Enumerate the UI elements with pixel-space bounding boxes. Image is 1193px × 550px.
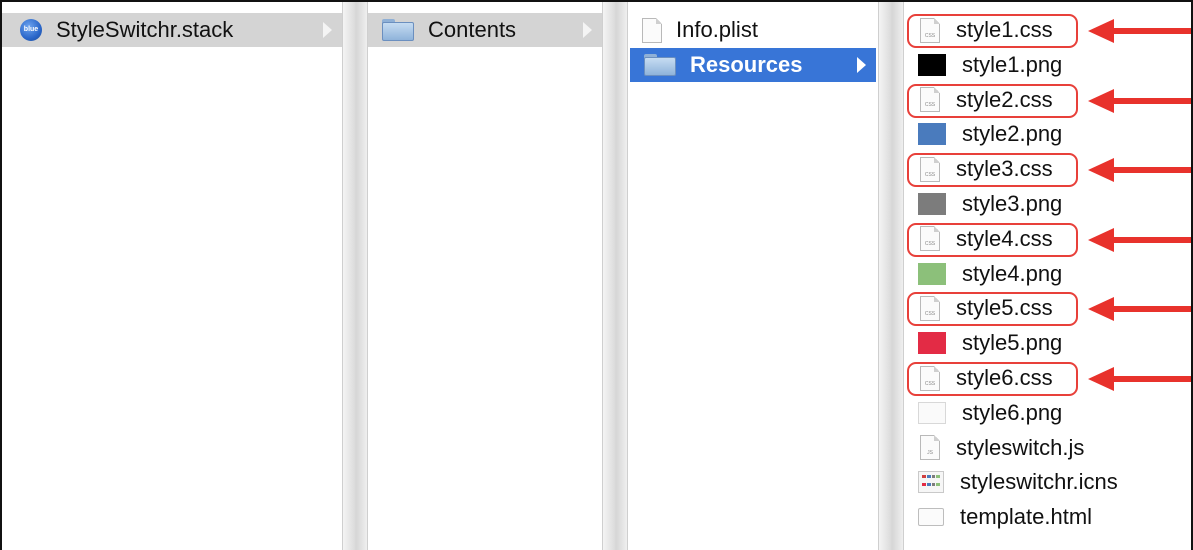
item-label: styleswitch.js	[956, 434, 1085, 460]
chevron-right-icon	[857, 57, 866, 73]
item-label: template.html	[960, 504, 1093, 530]
item-label: Info.plist	[676, 17, 758, 42]
list-item[interactable]: style6.png	[904, 396, 1191, 430]
column-divider-2[interactable]	[602, 2, 628, 550]
highlight-box	[907, 362, 1078, 396]
arrow-left-icon	[1088, 158, 1191, 183]
document-icon	[642, 17, 662, 43]
highlight-box	[907, 14, 1078, 48]
list-item-info-plist[interactable]: Info.plist	[628, 13, 878, 47]
image-swatch-icon	[918, 262, 946, 285]
html-file-icon	[918, 508, 944, 527]
list-item-contents[interactable]: Contents	[368, 13, 602, 47]
list-item[interactable]: style2.png	[904, 117, 1191, 151]
image-swatch-icon	[918, 193, 946, 215]
icns-file-icon	[918, 471, 944, 494]
list-item-resources[interactable]: Resources	[630, 48, 876, 82]
arrow-left-icon	[1088, 88, 1191, 113]
image-swatch-icon	[918, 123, 946, 146]
chevron-right-icon	[583, 22, 592, 38]
item-label: style3.png	[962, 191, 1063, 216]
list-item[interactable]: style5.png	[904, 326, 1191, 360]
arrow-left-icon	[1088, 19, 1191, 43]
list-item[interactable]: style4.png	[904, 257, 1191, 291]
list-item[interactable]: style1.png	[904, 48, 1191, 82]
folder-icon	[644, 54, 676, 76]
item-label: styleswitchr.icns	[960, 469, 1118, 495]
chevron-right-icon	[323, 22, 332, 38]
arrow-left-icon	[1088, 227, 1191, 252]
column-2: Contents	[368, 2, 602, 550]
item-label: style6.png	[962, 399, 1063, 425]
item-label: StyleSwitchr.stack	[56, 17, 234, 42]
column-divider-3[interactable]	[878, 2, 904, 550]
item-label: Resources	[690, 52, 803, 77]
highlight-box	[907, 222, 1078, 257]
list-item[interactable]: JS styleswitch.js	[904, 431, 1191, 465]
image-swatch-icon	[918, 401, 946, 424]
finder-column-view: blue StyleSwitchr.stack Contents Info.pl…	[0, 0, 1193, 550]
image-swatch-icon	[918, 53, 946, 76]
folder-icon	[382, 19, 414, 41]
list-item-styleswitchr-stack[interactable]: blue StyleSwitchr.stack	[2, 13, 342, 47]
item-label: style5.png	[962, 330, 1063, 356]
highlight-box	[907, 83, 1078, 118]
highlight-box	[907, 153, 1078, 188]
column-3: Info.plist Resources	[628, 2, 878, 550]
list-item[interactable]: styleswitchr.icns	[904, 465, 1191, 499]
arrow-left-icon	[1088, 367, 1191, 391]
list-item[interactable]: style3.png	[904, 187, 1191, 221]
column-1: blue StyleSwitchr.stack	[2, 2, 342, 550]
arrow-left-icon	[1088, 297, 1191, 322]
item-label: style2.png	[962, 121, 1063, 147]
item-label: Contents	[428, 17, 517, 42]
column-divider-1[interactable]	[342, 2, 368, 550]
item-label: style4.png	[962, 260, 1063, 286]
js-file-icon: JS	[920, 435, 940, 461]
item-label: style1.png	[962, 51, 1063, 77]
image-swatch-icon	[918, 332, 946, 355]
highlight-box	[907, 292, 1078, 327]
list-item[interactable]: template.html	[904, 500, 1191, 534]
app-icon: blue	[20, 19, 42, 41]
